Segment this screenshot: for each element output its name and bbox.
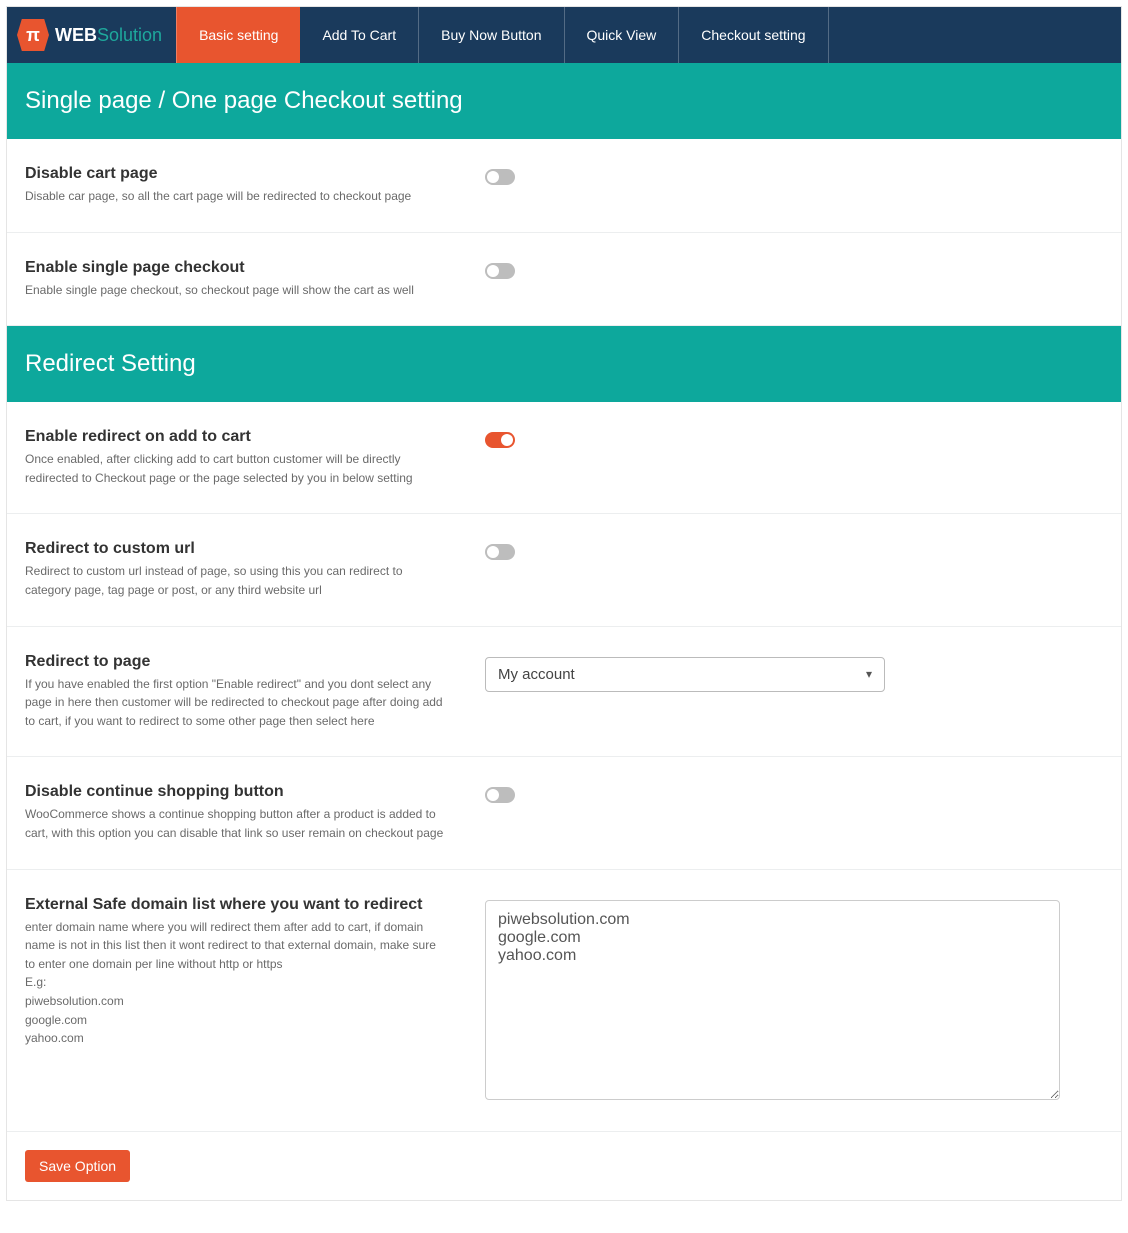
tab-basic-setting[interactable]: Basic setting [176,7,300,63]
row-title: Disable cart page [25,165,445,183]
toggle-disable-cart-page[interactable] [485,169,515,185]
top-navbar: π WEBSolution Basic setting Add To Cart … [7,7,1121,63]
row-desc: Redirect to custom url instead of page, … [25,562,445,599]
save-button[interactable]: Save Option [25,1150,130,1182]
row-title: Redirect to custom url [25,540,445,558]
row-desc: Once enabled, after clicking add to cart… [25,450,445,487]
brand-logo: π WEBSolution [7,7,176,63]
logo-text-main: WEB [55,25,97,45]
select-redirect-page[interactable]: My account ▾ [485,657,885,692]
select-value: My account [498,666,575,683]
chevron-down-icon: ▾ [866,667,872,681]
row-redirect-custom-url: Redirect to custom url Redirect to custo… [7,514,1121,626]
tab-checkout-setting[interactable]: Checkout setting [679,7,828,63]
row-desc: Enable single page checkout, so checkout… [25,281,445,300]
nav-tabs: Basic setting Add To Cart Buy Now Button… [176,7,829,63]
row-enable-single-page-checkout: Enable single page checkout Enable singl… [7,233,1121,327]
row-title: External Safe domain list where you want… [25,896,445,914]
row-title: Redirect to page [25,653,445,671]
row-desc: Disable car page, so all the cart page w… [25,187,445,206]
save-row: Save Option [7,1132,1121,1200]
toggle-disable-continue-shopping[interactable] [485,787,515,803]
row-redirect-to-page: Redirect to page If you have enabled the… [7,627,1121,758]
tab-add-to-cart[interactable]: Add To Cart [300,7,419,63]
row-desc: If you have enabled the first option "En… [25,675,445,731]
toggle-redirect-custom-url[interactable] [485,544,515,560]
row-title: Enable redirect on add to cart [25,428,445,446]
logo-icon: π [17,19,49,51]
logo-text-accent: Solution [97,25,162,45]
section-header-redirect: Redirect Setting [7,326,1121,402]
row-title: Disable continue shopping button [25,783,445,801]
row-disable-cart-page: Disable cart page Disable car page, so a… [7,139,1121,233]
row-safe-domains: External Safe domain list where you want… [7,870,1121,1132]
tab-quick-view[interactable]: Quick View [565,7,680,63]
tab-buy-now-button[interactable]: Buy Now Button [419,7,564,63]
row-desc: WooCommerce shows a continue shopping bu… [25,805,445,842]
row-desc: enter domain name where you will redirec… [25,918,445,1048]
toggle-enable-single-page-checkout[interactable] [485,263,515,279]
textarea-safe-domains[interactable] [485,900,1060,1100]
row-enable-redirect: Enable redirect on add to cart Once enab… [7,402,1121,514]
section-header-checkout: Single page / One page Checkout setting [7,63,1121,139]
toggle-enable-redirect[interactable] [485,432,515,448]
row-title: Enable single page checkout [25,259,445,277]
row-disable-continue-shopping: Disable continue shopping button WooComm… [7,757,1121,869]
